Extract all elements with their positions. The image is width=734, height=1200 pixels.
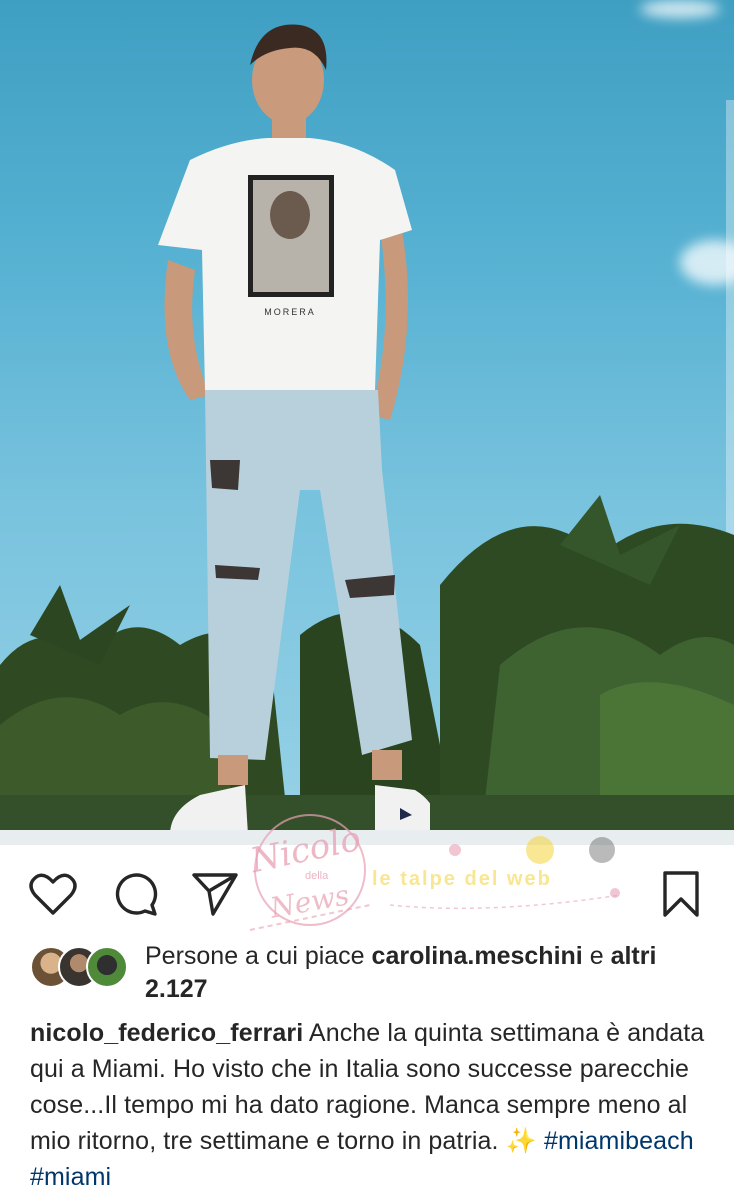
post-caption: nicolo_federico_ferrari Anche la quinta … [30, 1015, 720, 1195]
watermark-right-text: le talpe del web [372, 868, 552, 890]
liker-avatars[interactable] [30, 946, 130, 988]
likes-count[interactable]: 2.127 [145, 975, 208, 1003]
likes-text: Persone a cui piace carolina.meschini e … [145, 940, 715, 1006]
action-bar: Nicolo della News le talpe del web [0, 814, 734, 940]
likes-others-label[interactable]: altri [611, 942, 657, 970]
hashtag-miamibeach[interactable]: #miamibeach [544, 1127, 694, 1155]
likes-joiner: e [589, 942, 604, 970]
sparkle-icon: ✨ [505, 1127, 537, 1155]
likes-section: Persone a cui piace carolina.meschini e … [0, 940, 734, 1010]
watermark-stamp: Nicolo della News [210, 810, 380, 950]
cloud [640, 0, 720, 18]
heart-icon[interactable] [26, 867, 80, 921]
caption-username[interactable]: nicolo_federico_ferrari [30, 1019, 303, 1047]
liker-username[interactable]: carolina.meschini [372, 942, 583, 970]
svg-text:MORERA: MORERA [264, 307, 316, 317]
avatar[interactable] [86, 946, 128, 988]
comment-icon[interactable] [108, 867, 162, 921]
watermark-logo: le talpe del web [370, 835, 640, 925]
hashtag-miami[interactable]: #miami [30, 1163, 111, 1191]
post-photo[interactable]: MORERA [0, 0, 734, 845]
likes-prefix: Persone a cui piace [145, 942, 365, 970]
person: MORERA [158, 24, 430, 835]
bookmark-icon[interactable] [654, 867, 708, 921]
watermark-line2: della [305, 870, 329, 882]
